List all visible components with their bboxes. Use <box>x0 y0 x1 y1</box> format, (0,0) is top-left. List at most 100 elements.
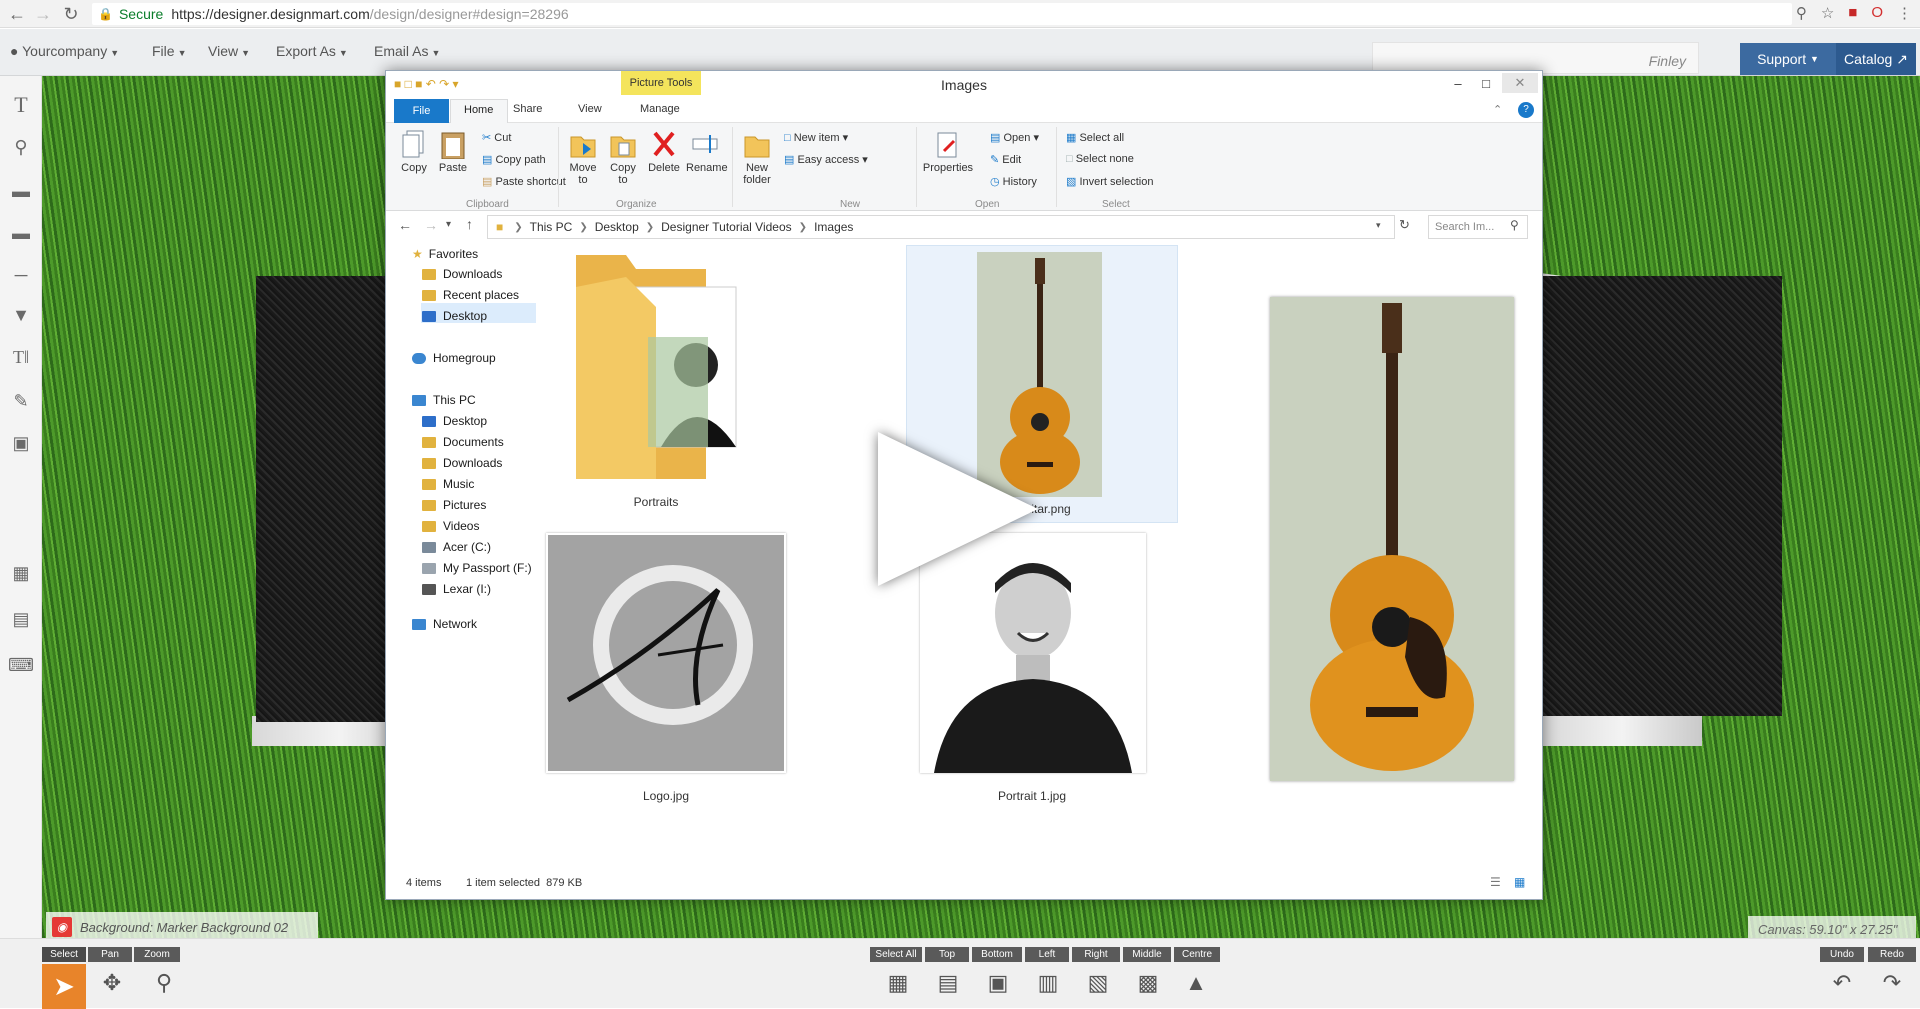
menu-export-as[interactable]: Export As ▼ <box>276 43 348 59</box>
help-icon[interactable]: ? <box>1518 102 1534 118</box>
address-bar[interactable]: 🔒 Secure https://designer.designmart.com… <box>92 3 1792 25</box>
browser-menu-icon[interactable]: ⋮ <box>1897 4 1912 22</box>
refresh-icon[interactable]: ↻ <box>1399 217 1410 233</box>
minimize-icon[interactable]: – <box>1444 73 1472 93</box>
nav-this-pc[interactable]: This PC <box>412 393 476 407</box>
nav-fav-desktop[interactable]: Desktop <box>422 309 487 323</box>
quick-access-icons[interactable]: ■ □ ■ ↶ ↷ ▾ <box>394 77 459 91</box>
tab-manage[interactable]: Manage <box>640 103 680 115</box>
copy-button[interactable]: Copy <box>398 129 430 174</box>
edit-button[interactable]: ✎ Edit <box>990 153 1021 166</box>
zoom-magnifier-icon[interactable]: ⚲ <box>148 967 180 999</box>
paste-button[interactable]: Paste <box>436 129 470 174</box>
address-dropdown-icon[interactable]: ▾ <box>1376 220 1381 231</box>
nav-favorites[interactable]: ★ Favorites <box>412 247 478 261</box>
invert-selection-button[interactable]: ▧ Invert selection <box>1066 175 1153 188</box>
search-icon[interactable]: ⚲ <box>8 134 34 160</box>
breadcrumb[interactable]: ■ ❯ This PC ❯ Desktop ❯ Designer Tutoria… <box>487 215 1395 239</box>
menu-email-as[interactable]: Email As ▼ <box>374 43 440 59</box>
breadcrumb-designer-tutorial-videos[interactable]: Designer Tutorial Videos <box>661 220 792 234</box>
panel-icon[interactable]: ▬ <box>8 220 34 246</box>
vertical-text-icon[interactable]: T‖ <box>8 344 34 370</box>
base-icon[interactable]: ─ <box>8 262 34 288</box>
large-icons-view-icon[interactable]: ▦ <box>1514 875 1525 889</box>
extension-icon[interactable]: ■ <box>1848 4 1857 22</box>
back-icon[interactable]: ← <box>4 1 30 27</box>
layers-icon[interactable]: ▤ <box>8 606 34 632</box>
keyboard-icon[interactable]: ⌨ <box>8 652 34 678</box>
breadcrumb-this-pc[interactable]: This PC <box>530 220 573 234</box>
select-tool-button[interactable]: ➤ <box>42 964 86 1009</box>
align-left-icon[interactable]: ▥ <box>1032 967 1064 999</box>
nav-pc-item[interactable]: My Passport (F:) <box>422 561 532 575</box>
copy-to-button[interactable]: Copy to <box>606 129 640 186</box>
support-button[interactable]: Support ▼ <box>1740 43 1836 75</box>
align-top-icon[interactable]: ▤ <box>932 967 964 999</box>
pencil-icon[interactable]: ✎ <box>8 388 34 414</box>
tab-file[interactable]: File <box>394 99 449 123</box>
forward-arrow-icon[interactable]: → <box>424 217 438 233</box>
new-folder-button[interactable]: New folder <box>738 129 776 186</box>
catalog-button[interactable]: Catalog ↗ <box>1836 43 1916 75</box>
nav-fav-downloads[interactable]: Downloads <box>422 267 502 281</box>
forward-icon[interactable]: → <box>30 1 56 27</box>
back-arrow-icon[interactable]: ← <box>398 217 412 233</box>
bookmark-star-icon[interactable]: ☆ <box>1821 4 1834 22</box>
play-video-icon[interactable] <box>878 432 1038 586</box>
menu-file[interactable]: File ▼ <box>152 43 186 59</box>
nav-pc-item[interactable]: Music <box>422 477 474 491</box>
select-all-button[interactable]: ▦ Select all <box>1066 131 1124 144</box>
redo-icon[interactable]: ↷ <box>1876 967 1908 999</box>
align-middle-icon[interactable]: ▩ <box>1132 967 1164 999</box>
maximize-icon[interactable]: □ <box>1472 73 1500 93</box>
delete-button[interactable]: Delete <box>646 129 682 174</box>
tab-home[interactable]: Home <box>450 99 508 124</box>
recent-locations-icon[interactable]: ▾ <box>446 219 451 230</box>
vase-icon[interactable]: ▼ <box>8 302 34 328</box>
pan-move-icon[interactable]: ✥ <box>96 967 128 999</box>
tab-share[interactable]: Share <box>513 103 542 115</box>
history-button[interactable]: ◷ History <box>990 175 1037 188</box>
file-view[interactable]: Portraits Guitar.png Logo.jpg Portrait 1… <box>536 243 1542 863</box>
paste-shortcut-button[interactable]: ▤ Paste shortcut <box>482 175 566 188</box>
opera-icon[interactable]: O <box>1871 4 1883 22</box>
nav-recent-places[interactable]: Recent places <box>422 288 519 302</box>
nav-pc-item[interactable]: Pictures <box>422 498 486 512</box>
company-menu[interactable]: ● Yourcompany ▼ <box>10 43 119 59</box>
close-icon[interactable]: ✕ <box>1502 73 1538 93</box>
align-bottom-icon[interactable]: ▣ <box>982 967 1014 999</box>
nav-pc-item[interactable]: Videos <box>422 519 479 533</box>
text-tool-icon[interactable]: T <box>8 92 34 118</box>
nav-network[interactable]: Network <box>412 617 477 631</box>
portraits-folder-item[interactable]: Portraits <box>566 247 746 509</box>
move-to-button[interactable]: Move to <box>566 129 600 186</box>
reload-icon[interactable]: ↻ <box>58 1 84 27</box>
breadcrumb-desktop[interactable]: Desktop <box>595 220 639 234</box>
menu-view[interactable]: View ▼ <box>208 43 250 59</box>
crop-icon[interactable]: ▦ <box>8 560 34 586</box>
logo-file-item[interactable]: Logo.jpg <box>546 533 786 803</box>
breadcrumb-images[interactable]: Images <box>814 220 853 234</box>
nav-pc-item[interactable]: Desktop <box>422 414 487 428</box>
align-centre-icon[interactable]: ▲ <box>1180 967 1212 999</box>
select-none-button[interactable]: □ Select none <box>1066 153 1134 165</box>
rename-button[interactable]: Rename <box>686 129 728 174</box>
align-right-icon[interactable]: ▧ <box>1082 967 1114 999</box>
undo-icon[interactable]: ↶ <box>1826 967 1858 999</box>
zoom-icon[interactable]: ⚲ <box>1796 4 1807 22</box>
image-icon[interactable]: ▣ <box>8 430 34 456</box>
tab-view[interactable]: View <box>578 103 602 115</box>
copy-path-button[interactable]: ▤ Copy path <box>482 153 546 166</box>
nav-pc-item[interactable]: Lexar (I:) <box>422 582 491 596</box>
nav-homegroup[interactable]: Homegroup <box>412 351 496 365</box>
nav-pc-item[interactable]: Downloads <box>422 456 502 470</box>
select-all-objects-icon[interactable]: ▦ <box>882 967 914 999</box>
up-arrow-icon[interactable]: ↑ <box>466 216 473 232</box>
nav-pc-item[interactable]: Documents <box>422 435 504 449</box>
shape-block-icon[interactable]: ▬ <box>8 178 34 204</box>
cut-button[interactable]: ✂ Cut <box>482 131 511 144</box>
nav-pc-item[interactable]: Acer (C:) <box>422 540 491 554</box>
easy-access-button[interactable]: ▤ Easy access ▾ <box>784 153 868 166</box>
new-item-button[interactable]: □ New item ▾ <box>784 131 848 144</box>
collapse-ribbon-icon[interactable]: ⌃ <box>1493 103 1502 116</box>
